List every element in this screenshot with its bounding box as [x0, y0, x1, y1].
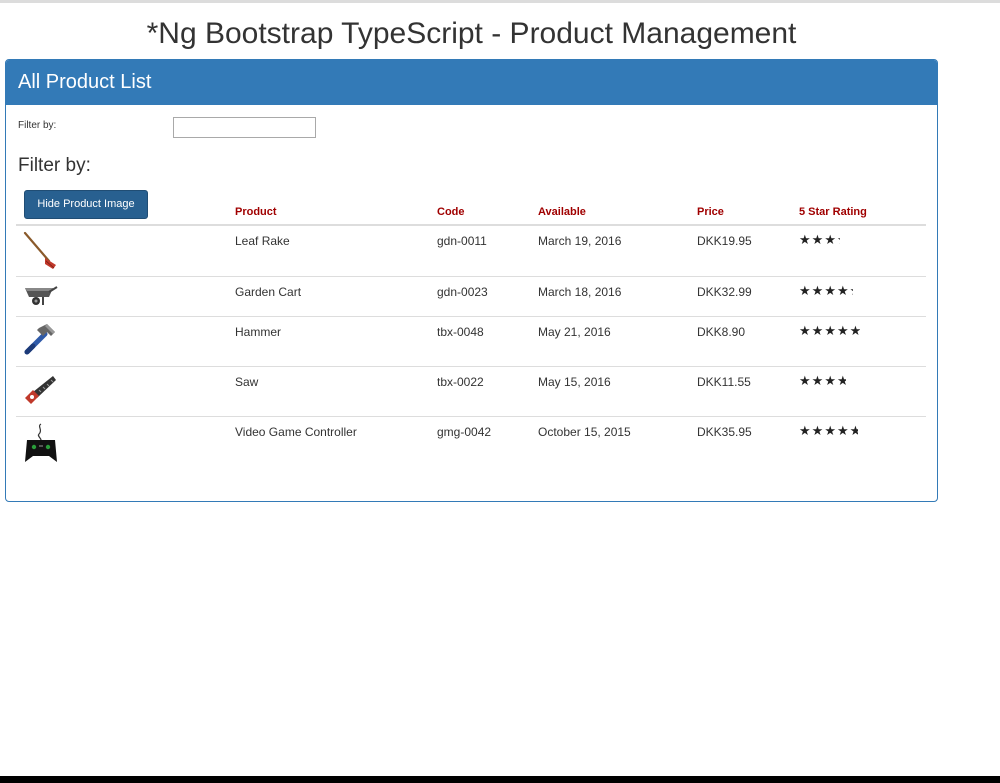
star-icon: ★	[811, 232, 825, 247]
image-column-header	[16, 200, 235, 226]
product-code: tbx-0022	[437, 374, 484, 389]
star-icon: ★	[811, 282, 825, 298]
product-available: May 21, 2016	[538, 324, 611, 339]
product-list-panel: All Product List Filter by: Filter by: H…	[5, 59, 938, 502]
partial-star-icon: ★	[849, 422, 858, 438]
product-available: March 18, 2016	[538, 284, 622, 299]
star-icon: ★	[799, 282, 812, 298]
product-code: tbx-0048	[437, 324, 484, 339]
panel-heading: All Product List	[6, 60, 937, 105]
price-column-header: Price	[697, 200, 799, 226]
product-table: Product Code Available Price 5 Star Rati…	[16, 200, 926, 476]
product-name: Garden Cart	[235, 284, 302, 299]
product-name: Video Game Controller	[235, 424, 357, 439]
table-row: Video Game Controller gmg-0042 October 1…	[16, 415, 926, 476]
garden-cart-icon	[25, 285, 58, 305]
video-game-controller-icon	[25, 422, 57, 462]
page-title: *Ng Bootstrap TypeScript - Product Manag…	[146, 17, 797, 50]
partial-star-icon: ★	[836, 372, 846, 388]
table-row: Saw tbx-0022 May 15, 2016 DKK11.55 ★★★★	[16, 365, 926, 416]
table-header-row: Product Code Available Price 5 Star Rati…	[16, 200, 926, 226]
star-rating: ★★★★	[799, 226, 926, 248]
partial-star-icon: ★	[837, 232, 840, 248]
product-price: DKK35.95	[697, 424, 752, 439]
star-icon: ★	[799, 232, 812, 247]
product-price: DKK32.99	[697, 284, 752, 299]
star-rating: ★★★★★	[799, 277, 926, 299]
product-name: Saw	[235, 374, 259, 389]
product-price: DKK11.55	[697, 374, 751, 389]
saw-icon	[25, 375, 56, 404]
partial-star-icon: ★	[849, 322, 860, 338]
product-price: DKK8.90	[697, 324, 746, 339]
available-column-header: Available	[538, 200, 697, 226]
product-available: October 15, 2015	[538, 424, 631, 439]
product-price: DKK19.95	[697, 234, 752, 248]
star-icon: ★	[824, 422, 837, 438]
filter-heading: Filter by:	[18, 155, 91, 176]
star-icon: ★	[811, 372, 825, 388]
top-border	[0, 0, 1000, 3]
product-code: gmg-0042	[437, 424, 492, 439]
star-icon: ★	[836, 322, 850, 338]
product-code: gdn-0023	[437, 284, 488, 299]
filter-input[interactable]	[173, 117, 316, 138]
star-icon: ★	[799, 322, 812, 338]
table-row: Leaf Rake gdn-0011 March 19, 2016 DKK19.…	[16, 225, 926, 276]
star-icon: ★	[824, 322, 837, 338]
product-available: March 19, 2016	[538, 234, 622, 248]
product-name: Leaf Rake	[235, 234, 290, 248]
star-icon: ★	[824, 372, 837, 388]
hammer-icon	[24, 323, 55, 354]
star-icon: ★	[799, 372, 812, 388]
leaf-rake-icon	[23, 231, 56, 269]
star-icon: ★	[811, 322, 825, 338]
filter-label: Filter by:	[18, 120, 57, 131]
star-rating: ★★★★★	[799, 317, 926, 339]
star-icon: ★	[799, 422, 812, 438]
product-name: Hammer	[235, 324, 282, 339]
star-rating: ★★★★★	[799, 417, 926, 439]
table-row: Hammer tbx-0048 May 21, 2016 DKK8.90 ★★★…	[16, 315, 926, 366]
table-row: Garden Cart gdn-0023 March 18, 2016 DKK3…	[16, 275, 926, 316]
rating-column-header: 5 Star Rating	[799, 200, 926, 226]
filter-row: Filter by:	[18, 117, 338, 142]
star-icon: ★	[836, 422, 850, 438]
star-rating: ★★★★	[799, 367, 926, 389]
code-column-header: Code	[437, 200, 538, 226]
star-icon: ★	[836, 282, 850, 298]
bottom-bar	[0, 776, 1000, 783]
star-icon: ★	[824, 282, 837, 298]
product-code: gdn-0011	[437, 234, 487, 248]
product-column-header: Product	[235, 200, 437, 226]
partial-star-icon: ★	[850, 283, 853, 299]
product-available: May 15, 2016	[538, 374, 611, 389]
star-icon: ★	[824, 232, 837, 247]
star-icon: ★	[811, 422, 825, 438]
